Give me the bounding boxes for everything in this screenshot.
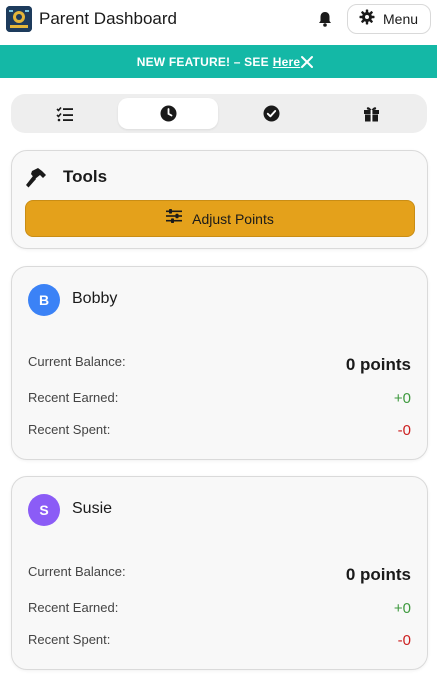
balance-label: Current Balance:: [28, 354, 126, 369]
close-icon[interactable]: [300, 55, 314, 69]
avatar: S: [28, 494, 60, 526]
tools-title: Tools: [63, 167, 108, 186]
tab-history[interactable]: [118, 98, 218, 129]
clock-icon: [160, 105, 177, 122]
child-name: Susie: [72, 500, 113, 517]
checklist-icon: [56, 106, 74, 122]
tools-card: Tools Adjust Points: [11, 150, 428, 249]
app-header: Parent Dashboard Menu: [0, 0, 437, 45]
child-card-bobby: B Bobby Current Balance: 0 points Recent…: [11, 266, 428, 460]
spent-value: -0: [397, 422, 411, 439]
bell-icon[interactable]: [316, 10, 334, 28]
adjust-points-button[interactable]: Adjust Points: [25, 200, 415, 237]
banner-text: NEW FEATURE! – SEE: [136, 54, 269, 69]
balance-label: Current Balance:: [28, 564, 126, 579]
check-circle-icon: [263, 105, 280, 122]
child-card-susie: S Susie Current Balance: 0 points Recent…: [11, 476, 428, 670]
child-name: Bobby: [72, 290, 118, 307]
tab-chores[interactable]: [15, 98, 115, 129]
app-title: Parent Dashboard: [39, 9, 177, 28]
avatar: B: [28, 284, 60, 316]
gear-icon: [359, 9, 375, 30]
tab-rewards[interactable]: [321, 98, 421, 129]
earned-value: +0: [393, 390, 411, 407]
earned-value: +0: [393, 600, 411, 617]
sliders-icon: [166, 209, 183, 228]
adjust-points-label: Adjust Points: [192, 210, 274, 227]
tab-approvals[interactable]: [221, 98, 321, 129]
menu-label: Menu: [383, 11, 419, 27]
balance-value: 0 points: [345, 565, 411, 584]
banner-link[interactable]: Here: [273, 55, 300, 69]
feature-banner: NEW FEATURE! – SEE Here: [0, 45, 437, 78]
gift-icon: [363, 105, 380, 122]
balance-value: 0 points: [345, 355, 411, 374]
earned-label: Recent Earned:: [28, 390, 119, 405]
spent-value: -0: [397, 632, 411, 649]
spent-label: Recent Spent:: [28, 422, 111, 437]
menu-button[interactable]: Menu: [347, 4, 431, 34]
hammer-icon: [24, 167, 48, 189]
app-logo-icon[interactable]: [6, 6, 32, 32]
view-tabs: [11, 94, 427, 133]
spent-label: Recent Spent:: [28, 632, 111, 647]
earned-label: Recent Earned:: [28, 600, 119, 615]
